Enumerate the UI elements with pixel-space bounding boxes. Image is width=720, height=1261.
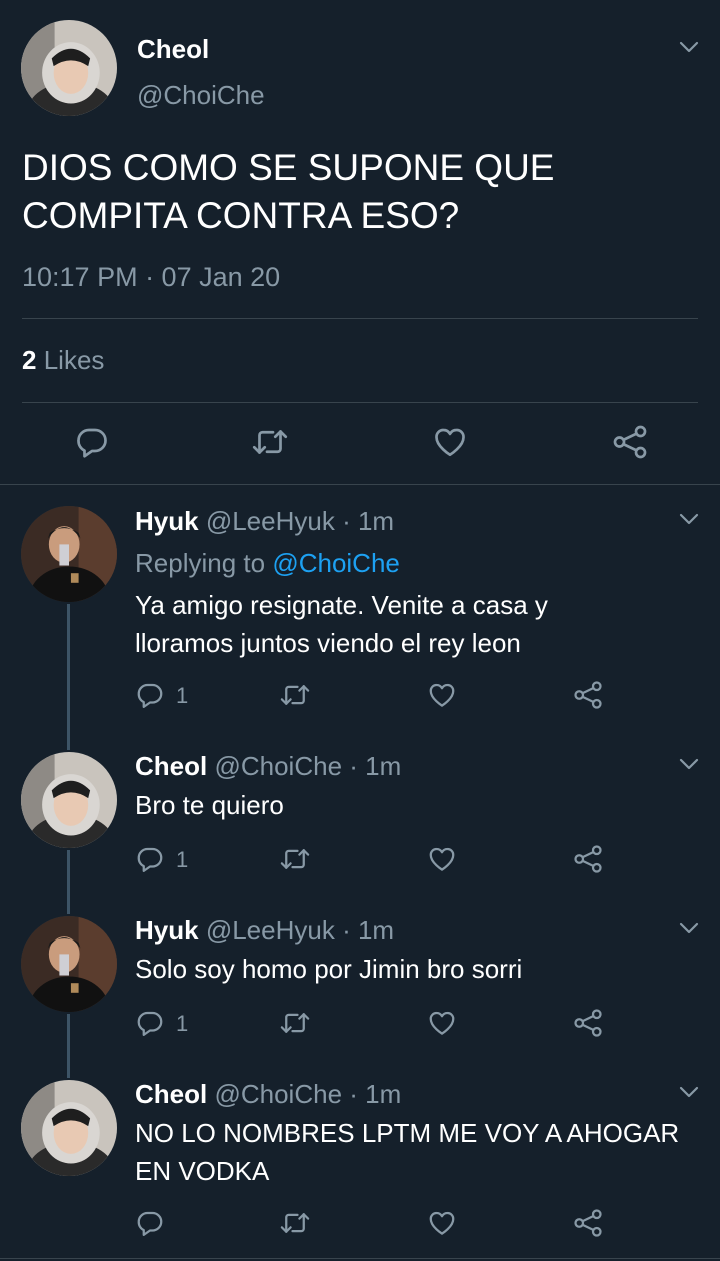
- reply-time: 1m: [357, 506, 395, 536]
- chevron-down-icon[interactable]: [678, 921, 700, 935]
- chevron-down-icon[interactable]: [678, 512, 700, 526]
- reply-icon[interactable]: [135, 844, 165, 874]
- display-name[interactable]: Hyuk: [135, 506, 199, 536]
- reply-icon[interactable]: [135, 1008, 165, 1038]
- share-icon[interactable]: [612, 424, 648, 460]
- display-name[interactable]: Cheol: [135, 751, 207, 781]
- reply-text-line: Bro te quiero: [135, 790, 284, 820]
- reply-text-line: Solo soy homo por Jimin bro sorri: [135, 954, 523, 984]
- like-icon[interactable]: [427, 1208, 457, 1238]
- separator: ·: [342, 915, 351, 945]
- reply-icon[interactable]: [135, 1208, 165, 1238]
- timestamp: 10:17 PM · 07 Jan 20: [22, 262, 281, 292]
- reply-time: 1m: [365, 1079, 402, 1109]
- tweet-text-line: DIOS COMO SE SUPONE QUE: [22, 147, 555, 188]
- reply-time: 1m: [365, 751, 402, 781]
- handle[interactable]: @LeeHyuk: [206, 915, 335, 945]
- share-icon[interactable]: [573, 1008, 603, 1038]
- like-icon[interactable]: [427, 1008, 457, 1038]
- likes-label: Likes: [43, 345, 105, 375]
- likes-count: 2: [22, 345, 37, 375]
- tweet-text: DIOS COMO SE SUPONE QUE COMPITA CONTRA E…: [22, 144, 554, 240]
- separator: ·: [349, 1079, 358, 1109]
- avatar[interactable]: [21, 752, 117, 848]
- retweet-icon[interactable]: [280, 1208, 310, 1238]
- retweet-icon[interactable]: [280, 680, 310, 710]
- retweet-icon[interactable]: [280, 1008, 310, 1038]
- handle[interactable]: @LeeHyuk: [206, 506, 335, 536]
- thread-line: [67, 850, 70, 914]
- retweet-icon[interactable]: [252, 424, 288, 460]
- separator: ·: [342, 506, 351, 536]
- like-icon[interactable]: [427, 844, 457, 874]
- divider: [0, 1258, 720, 1259]
- chevron-down-icon[interactable]: [678, 1085, 700, 1099]
- replying-prefix: Replying to: [135, 548, 266, 578]
- reply-text-line: EN VODKA: [135, 1156, 270, 1186]
- handle[interactable]: @ChoiChe: [214, 751, 342, 781]
- reply-text: Solo soy homo por Jimin bro sorri: [135, 950, 522, 988]
- thread-line: [67, 604, 70, 750]
- share-icon[interactable]: [573, 1208, 603, 1238]
- reply-text-line: NO LO NOMBRES LPTM ME VOY A AHOGAR: [135, 1118, 680, 1148]
- likes-summary[interactable]: 2 Likes: [22, 345, 104, 376]
- reply-header: Hyuk @LeeHyuk · 1m: [135, 506, 394, 537]
- reply-count: 1: [176, 1011, 189, 1036]
- like-icon[interactable]: [427, 680, 457, 710]
- avatar[interactable]: [21, 1080, 117, 1176]
- divider: [22, 402, 698, 403]
- display-name[interactable]: Cheol: [135, 1079, 207, 1109]
- thread-line: [67, 1014, 70, 1078]
- handle[interactable]: @ChoiChe: [137, 80, 265, 111]
- avatar[interactable]: [21, 20, 117, 116]
- like-icon[interactable]: [432, 424, 468, 460]
- reply-header: Cheol @ChoiChe · 1m: [135, 1079, 401, 1110]
- reply-time: 1m: [357, 915, 395, 945]
- chevron-down-icon[interactable]: [678, 757, 700, 771]
- reply-text-line: Ya amigo resignate. Venite a casa y: [135, 590, 548, 620]
- handle[interactable]: @ChoiChe: [214, 1079, 342, 1109]
- separator: ·: [349, 751, 358, 781]
- share-icon[interactable]: [573, 680, 603, 710]
- replying-to: Replying to @ChoiChe: [135, 548, 400, 579]
- tweet-text-line: COMPITA CONTRA ESO?: [22, 195, 460, 236]
- reply-text: NO LO NOMBRES LPTM ME VOY A AHOGAR EN VO…: [135, 1114, 679, 1190]
- reply-text-line: lloramos juntos viendo el rey leon: [135, 628, 521, 658]
- reply-header: Cheol @ChoiChe · 1m: [135, 751, 401, 782]
- display-name[interactable]: Cheol: [137, 34, 209, 65]
- reply-count: 1: [176, 683, 189, 708]
- divider: [22, 318, 698, 319]
- chevron-down-icon[interactable]: [678, 40, 700, 54]
- retweet-icon[interactable]: [280, 844, 310, 874]
- display-name[interactable]: Hyuk: [135, 915, 199, 945]
- avatar[interactable]: [21, 916, 117, 1012]
- replying-handle-link[interactable]: @ChoiChe: [272, 548, 400, 578]
- divider: [0, 484, 720, 485]
- reply-text: Bro te quiero: [135, 786, 284, 824]
- reply-count: 1: [176, 847, 189, 872]
- avatar[interactable]: [21, 506, 117, 602]
- share-icon[interactable]: [573, 844, 603, 874]
- reply-header: Hyuk @LeeHyuk · 1m: [135, 915, 394, 946]
- reply-icon[interactable]: [74, 424, 110, 460]
- reply-text: Ya amigo resignate. Venite a casa y llor…: [135, 586, 548, 662]
- reply-icon[interactable]: [135, 680, 165, 710]
